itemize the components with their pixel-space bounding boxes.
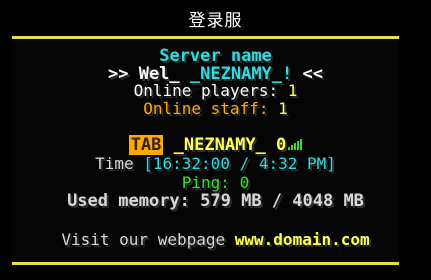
tab-player-name: _NEZNAMY_ <box>173 135 266 155</box>
memory-value: 579 MB / 4048 MB <box>200 191 364 211</box>
ping-line: Ping: 0 <box>0 174 431 192</box>
bottom-divider <box>12 262 399 265</box>
ping-label: Ping: <box>181 173 230 192</box>
online-players-value: 1 <box>287 81 298 100</box>
window-title: 登录服 <box>188 11 243 31</box>
online-staff-label: Online staff: <box>143 99 269 118</box>
memory-label: Used memory: <box>67 191 190 211</box>
server-name: Server name <box>159 46 272 66</box>
tab-player-score: 0 <box>276 135 287 155</box>
online-players-label: Online players: <box>133 81 279 100</box>
tab-tag: TAB <box>128 135 164 155</box>
online-players-line: Online players: 1 <box>0 82 431 100</box>
online-staff-value: 1 <box>278 99 288 118</box>
online-staff-line: Online staff: 1 <box>0 100 431 118</box>
tab-player-line: TAB _NEZNAMY_ 0 <box>0 135 431 155</box>
welcome-suffix: << <box>302 64 323 84</box>
memory-line: Used memory: 579 MB / 4048 MB <box>0 192 431 210</box>
time-line: Time [16:32:00 / 4:32 PM] <box>0 155 431 173</box>
time-value: [16:32:00 / 4:32 PM] <box>143 154 336 173</box>
signal-bars-icon <box>288 139 303 150</box>
webpage-label: Visit our webpage <box>61 230 226 249</box>
webpage-url[interactable]: www.domain.com <box>235 230 370 249</box>
ping-value: 0 <box>239 173 250 192</box>
time-label: Time <box>95 154 134 173</box>
webpage-line: Visit our webpage www.domain.com <box>0 231 431 249</box>
